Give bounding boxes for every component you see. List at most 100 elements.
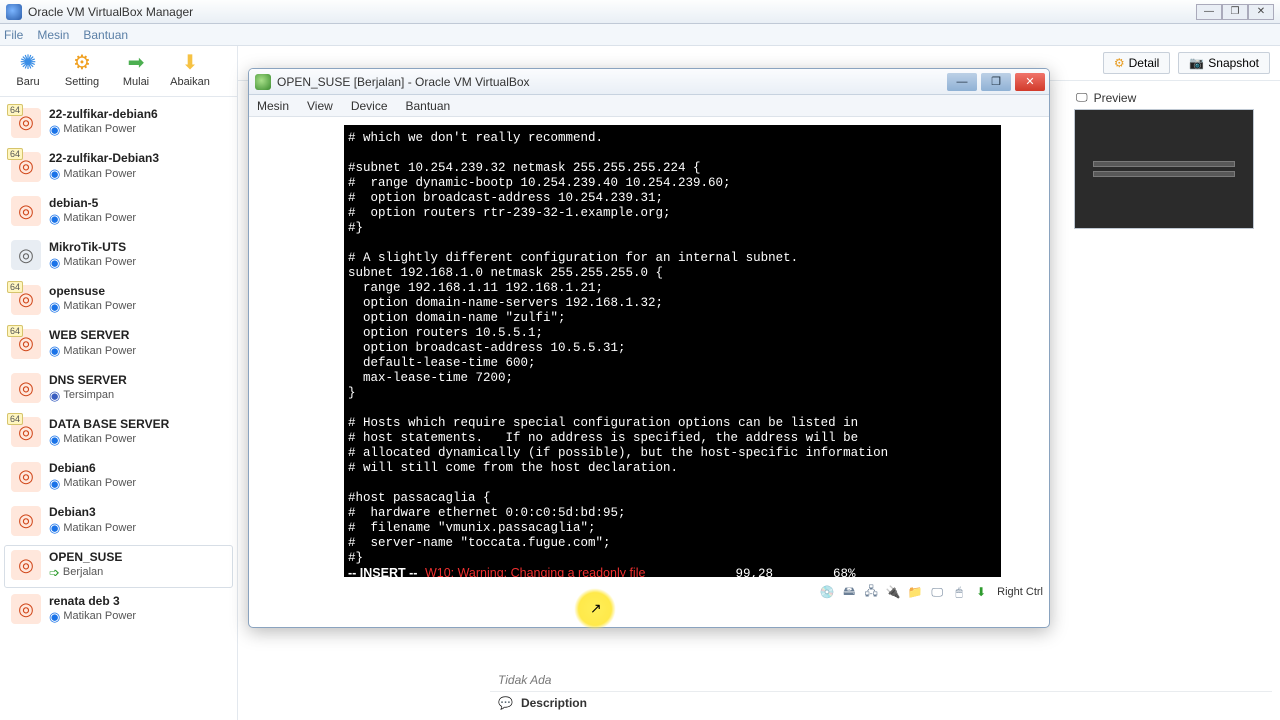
keyboard-capture-icon[interactable]: ⬇ bbox=[973, 584, 989, 600]
usb-icon[interactable]: 🔌 bbox=[885, 584, 901, 600]
vm-item[interactable]: ◎ Debian6 ◉Matikan Power bbox=[4, 456, 233, 499]
vm-item[interactable]: ◎64 opensuse ◉Matikan Power bbox=[4, 279, 233, 322]
vm-menu-help[interactable]: Bantuan bbox=[406, 99, 451, 113]
menu-file[interactable]: File bbox=[4, 28, 23, 42]
maximize-button[interactable]: ❐ bbox=[1222, 4, 1248, 20]
vm-os-icon: ◎64 bbox=[11, 108, 41, 138]
vm-state: ◉Matikan Power bbox=[49, 211, 136, 227]
vm-state: ◉Matikan Power bbox=[49, 343, 136, 359]
preview-panel: 🖵 Preview bbox=[1074, 86, 1272, 229]
snapshot-button[interactable]: 📷Snapshot bbox=[1178, 52, 1270, 74]
detail-button[interactable]: ⚙Detail bbox=[1103, 52, 1170, 74]
suse-icon bbox=[255, 74, 271, 90]
vm-name: renata deb 3 bbox=[49, 594, 136, 609]
toolbar-setting[interactable]: ⚙Setting bbox=[60, 48, 104, 88]
app-titlebar: Oracle VM VirtualBox Manager — ❐ ✕ bbox=[0, 0, 1280, 24]
display-icon[interactable]: 🖵 bbox=[929, 584, 945, 600]
vm-menu-view[interactable]: View bbox=[307, 99, 333, 113]
vm-os-icon: ◎ bbox=[11, 550, 41, 580]
setting-icon: ⚙ bbox=[68, 48, 96, 76]
vm-item[interactable]: ◎ OPEN_SUSE ➩Berjalan bbox=[4, 545, 233, 588]
monitor-icon: 🖵 bbox=[1076, 90, 1088, 105]
abaikan-icon: ⬇ bbox=[176, 48, 204, 76]
none-label: Tidak Ada bbox=[490, 669, 1272, 691]
vm-os-icon: ◎ bbox=[11, 196, 41, 226]
close-button[interactable]: ✕ bbox=[1248, 4, 1274, 20]
vm-close-button[interactable]: ✕ bbox=[1015, 73, 1045, 91]
toolbar-baru[interactable]: ✺Baru bbox=[6, 48, 50, 88]
toolbar-abaikan[interactable]: ⬇Abaikan bbox=[168, 48, 212, 88]
vm-item[interactable]: ◎64 22-zulfikar-Debian3 ◉Matikan Power bbox=[4, 146, 233, 189]
app-title: Oracle VM VirtualBox Manager bbox=[28, 5, 193, 19]
app-menubar: File Mesin Bantuan bbox=[0, 24, 1280, 46]
details-bottom: Tidak Ada 💬 Description bbox=[490, 669, 1272, 714]
vm-os-icon: ◎64 bbox=[11, 417, 41, 447]
preview-thumbnail[interactable] bbox=[1074, 109, 1254, 229]
mouse-icon[interactable]: 🖱 bbox=[951, 584, 967, 600]
vm-item[interactable]: ◎ Debian3 ◉Matikan Power bbox=[4, 500, 233, 543]
vm-name: MikroTik-UTS bbox=[49, 240, 136, 255]
gear-icon: ⚙ bbox=[1114, 56, 1125, 70]
vm-os-icon: ◎64 bbox=[11, 285, 41, 315]
vm-titlebar[interactable]: OPEN_SUSE [Berjalan] - Oracle VM Virtual… bbox=[249, 69, 1049, 95]
vm-item[interactable]: ◎ debian-5 ◉Matikan Power bbox=[4, 191, 233, 234]
vm-menu-device[interactable]: Device bbox=[351, 99, 388, 113]
host-key-label: Right Ctrl bbox=[997, 586, 1043, 598]
vm-name: Debian3 bbox=[49, 505, 136, 520]
vm-name: 22-zulfikar-Debian3 bbox=[49, 151, 159, 166]
description-icon: 💬 bbox=[498, 696, 513, 710]
window-controls: — ❐ ✕ bbox=[1196, 4, 1274, 20]
vm-os-icon: ◎64 bbox=[11, 152, 41, 182]
vm-os-icon: ◎ bbox=[11, 240, 41, 270]
vm-name: Debian6 bbox=[49, 461, 136, 476]
network-icon[interactable]: 🖧 bbox=[863, 584, 879, 600]
vm-state: ➩Berjalan bbox=[49, 565, 122, 581]
vm-item[interactable]: ◎64 DATA BASE SERVER ◉Matikan Power bbox=[4, 412, 233, 455]
mulai-icon: ➡ bbox=[122, 48, 150, 76]
vm-item[interactable]: ◎64 22-zulfikar-debian6 ◉Matikan Power bbox=[4, 102, 233, 145]
description-label: Description bbox=[521, 696, 587, 710]
hdd-icon[interactable]: 🖴 bbox=[841, 584, 857, 600]
menu-machine[interactable]: Mesin bbox=[37, 28, 69, 42]
toolbar-mulai[interactable]: ➡Mulai bbox=[114, 48, 158, 88]
vm-os-icon: ◎ bbox=[11, 506, 41, 536]
vm-os-icon: ◎ bbox=[11, 594, 41, 624]
vm-menubar: Mesin View Device Bantuan bbox=[249, 95, 1049, 117]
vm-item[interactable]: ◎ renata deb 3 ◉Matikan Power bbox=[4, 589, 233, 632]
vm-minimize-button[interactable]: — bbox=[947, 73, 977, 91]
minimize-button[interactable]: — bbox=[1196, 4, 1222, 20]
vm-console[interactable]: # which we don't really recommend. #subn… bbox=[344, 125, 1001, 577]
vm-name: OPEN_SUSE bbox=[49, 550, 122, 565]
vm-state: ◉Matikan Power bbox=[49, 255, 136, 271]
cd-icon[interactable]: 💿 bbox=[819, 584, 835, 600]
vm-name: WEB SERVER bbox=[49, 328, 136, 343]
vm-state: ◉Tersimpan bbox=[49, 388, 127, 404]
vm-name: DATA BASE SERVER bbox=[49, 417, 169, 432]
vm-item[interactable]: ◎ MikroTik-UTS ◉Matikan Power bbox=[4, 235, 233, 278]
vm-menu-machine[interactable]: Mesin bbox=[257, 99, 289, 113]
vm-window[interactable]: OPEN_SUSE [Berjalan] - Oracle VM Virtual… bbox=[248, 68, 1050, 628]
vm-name: opensuse bbox=[49, 284, 136, 299]
vm-os-icon: ◎64 bbox=[11, 329, 41, 359]
preview-label: Preview bbox=[1094, 91, 1137, 105]
vm-state: ◉Matikan Power bbox=[49, 476, 136, 492]
virtualbox-icon bbox=[6, 4, 22, 20]
baru-icon: ✺ bbox=[14, 48, 42, 76]
vm-name: DNS SERVER bbox=[49, 373, 127, 388]
menu-help[interactable]: Bantuan bbox=[83, 28, 128, 42]
shared-folder-icon[interactable]: 📁 bbox=[907, 584, 923, 600]
vm-item[interactable]: ◎64 WEB SERVER ◉Matikan Power bbox=[4, 323, 233, 366]
vm-item[interactable]: ◎ DNS SERVER ◉Tersimpan bbox=[4, 368, 233, 411]
left-panel: ✺Baru⚙Setting➡Mulai⬇Abaikan ◎64 22-zulfi… bbox=[0, 46, 238, 720]
vm-state: ◉Matikan Power bbox=[49, 299, 136, 315]
vm-state: ◉Matikan Power bbox=[49, 166, 159, 182]
vm-state: ◉Matikan Power bbox=[49, 432, 169, 448]
vm-os-icon: ◎ bbox=[11, 373, 41, 403]
vm-state: ◉Matikan Power bbox=[49, 122, 158, 138]
vm-maximize-button[interactable]: ❐ bbox=[981, 73, 1011, 91]
vm-list: ◎64 22-zulfikar-debian6 ◉Matikan Power◎6… bbox=[0, 97, 237, 720]
toolbar: ✺Baru⚙Setting➡Mulai⬇Abaikan bbox=[0, 46, 237, 97]
vm-name: debian-5 bbox=[49, 196, 136, 211]
vm-statusbar: 💿 🖴 🖧 🔌 📁 🖵 🖱 ⬇ Right Ctrl bbox=[249, 581, 1049, 603]
camera-icon: 📷 bbox=[1189, 56, 1204, 70]
